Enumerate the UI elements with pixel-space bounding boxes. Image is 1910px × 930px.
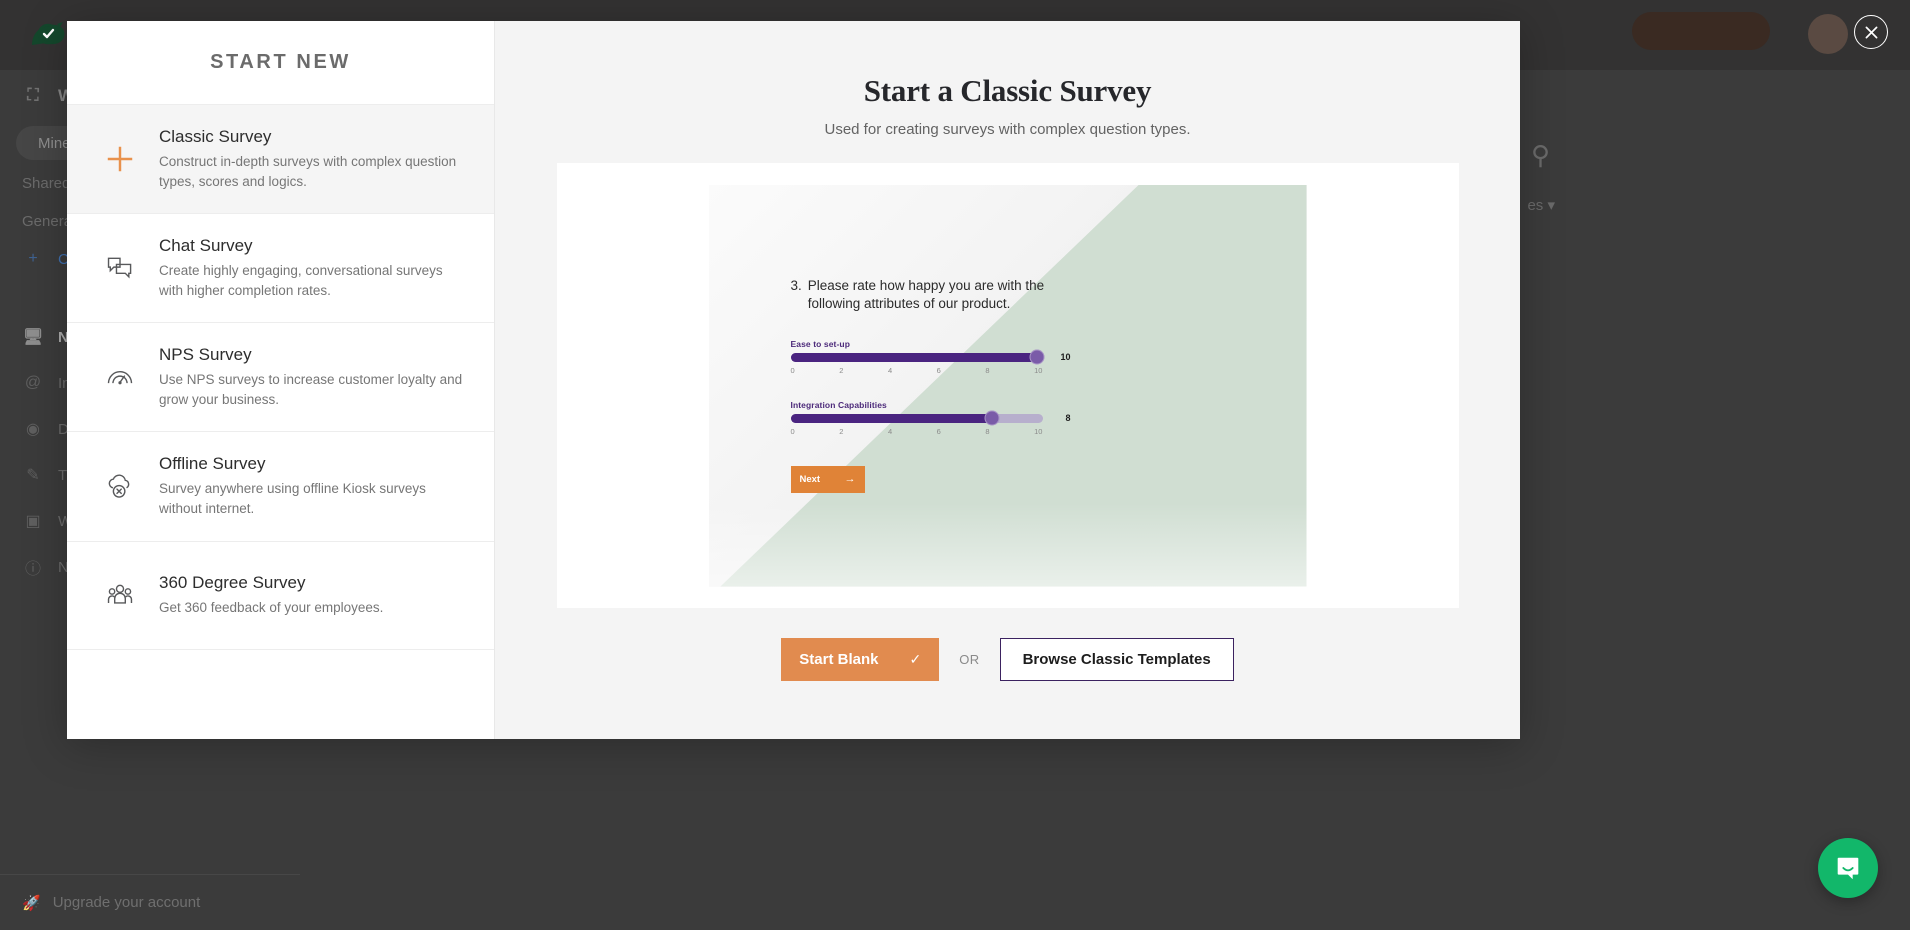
survey-type-description: Get 360 feedback of your employees.	[159, 598, 468, 618]
start-new-header: START NEW	[67, 21, 494, 105]
avatar[interactable]	[1808, 14, 1848, 54]
tick-label: 2	[839, 366, 843, 375]
tick-label: 6	[937, 427, 941, 436]
preview-slider-fill	[791, 353, 1043, 362]
survey-type-title: Classic Survey	[159, 127, 468, 147]
survey-type-body: Offline Survey Survey anywhere using off…	[151, 454, 468, 518]
close-icon	[1863, 24, 1880, 41]
survey-preview-image: 3. Please rate how happy you are with th…	[709, 185, 1307, 587]
survey-type-title: Offline Survey	[159, 454, 468, 474]
tick-label: 10	[1034, 427, 1042, 436]
chat-smile-icon	[1833, 853, 1863, 883]
survey-type-360[interactable]: 360 Degree Survey Get 360 feedback of yo…	[67, 542, 494, 650]
browse-classic-templates-button[interactable]: Browse Classic Templates	[1000, 638, 1234, 681]
survey-type-title: 360 Degree Survey	[159, 573, 468, 593]
survey-type-body: 360 Degree Survey Get 360 feedback of yo…	[151, 573, 468, 618]
cloud-offline-icon	[89, 471, 151, 501]
filter-label: es	[1527, 197, 1543, 214]
upgrade-account-label: Upgrade your account	[53, 894, 201, 911]
target-icon: ◉	[22, 419, 44, 439]
survey-type-chat[interactable]: Chat Survey Create highly engaging, conv…	[67, 214, 494, 323]
at-icon: @	[22, 374, 44, 392]
tick-label: 6	[937, 366, 941, 375]
tick-label: 0	[791, 366, 795, 375]
survey-type-body: Classic Survey Construct in-depth survey…	[151, 127, 468, 191]
upgrade-account-button[interactable]: 🚀 Upgrade your account	[0, 874, 300, 930]
tick-label: 4	[888, 366, 892, 375]
brush-icon: ✎	[22, 465, 44, 485]
search-icon[interactable]: ⚲	[1531, 140, 1550, 171]
page-title: Start a Classic Survey	[864, 73, 1152, 109]
tick-label: 8	[985, 366, 989, 375]
preview-slider-integration-capabilities: Integration Capabilities 8 0 2 4 6 8	[791, 400, 1043, 436]
people-group-icon	[89, 580, 151, 610]
topbar-cta-button[interactable]	[1632, 12, 1770, 50]
tick-label: 4	[888, 427, 892, 436]
survey-type-nps[interactable]: NPS Survey Use NPS surveys to increase c…	[67, 323, 494, 432]
filter-dropdown[interactable]: es ▾	[1527, 196, 1555, 214]
tick-label: 2	[839, 427, 843, 436]
start-blank-label: Start Blank	[799, 651, 878, 668]
plus-icon: +	[22, 250, 44, 268]
preview-slider-thumb	[985, 411, 1000, 426]
survey-type-classic[interactable]: Classic Survey Construct in-depth survey…	[67, 105, 494, 214]
survey-type-title: Chat Survey	[159, 236, 468, 256]
survey-type-description: Construct in-depth surveys with complex …	[159, 152, 468, 191]
detail-pane: Start a Classic Survey Used for creating…	[495, 21, 1520, 739]
survey-type-title: NPS Survey	[159, 345, 468, 365]
preview-next-label: Next	[800, 474, 821, 485]
info-icon: ⓘ	[22, 555, 44, 579]
start-blank-button[interactable]: Start Blank ✓	[781, 638, 939, 681]
preview-slider-label: Integration Capabilities	[791, 400, 1043, 410]
check-icon: ✓	[910, 651, 922, 668]
preview-content: 3. Please rate how happy you are with th…	[791, 277, 1285, 493]
preview-slider-ticks: 0 2 4 6 8 10	[791, 427, 1043, 436]
close-button[interactable]	[1854, 15, 1888, 49]
survey-type-offline[interactable]: Offline Survey Survey anywhere using off…	[67, 432, 494, 541]
preview-slider-value: 8	[1065, 413, 1070, 423]
preview-question-text: Please rate how happy you are with the f…	[808, 277, 1051, 314]
survey-type-description: Create highly engaging, conversational s…	[159, 261, 468, 300]
tick-label: 10	[1034, 366, 1042, 375]
gauge-icon	[89, 362, 151, 392]
brand-logo-icon	[26, 15, 70, 55]
preview-slider-ticks: 0 2 4 6 8 10	[791, 366, 1043, 375]
intercom-launcher-button[interactable]	[1818, 838, 1878, 898]
preview-slider-ease-to-setup: Ease to set-up 10 0 2 4 6 8 10	[791, 339, 1043, 375]
monitor-icon: 🖥	[22, 327, 44, 347]
survey-type-description: Survey anywhere using offline Kiosk surv…	[159, 479, 468, 518]
tick-label: 8	[985, 427, 989, 436]
arrow-right-icon: →	[845, 473, 856, 485]
action-row: Start Blank ✓ OR Browse Classic Template…	[781, 638, 1233, 681]
preview-slider-thumb	[1030, 350, 1045, 365]
rocket-icon: 🚀	[22, 894, 41, 912]
preview-slider-fill	[791, 414, 993, 423]
preview-slider-label: Ease to set-up	[791, 339, 1043, 349]
workspace-icon: ⛶	[22, 87, 44, 105]
survey-type-description: Use NPS surveys to increase customer loy…	[159, 370, 468, 409]
preview-slider-value: 10	[1060, 352, 1070, 362]
workspace-pill-label: Mine	[38, 135, 71, 152]
drum-icon: ▣	[22, 511, 44, 531]
start-new-pane: START NEW Classic Survey Construct in-de…	[67, 21, 495, 739]
plus-icon	[89, 143, 151, 175]
preview-card: 3. Please rate how happy you are with th…	[557, 163, 1459, 608]
preview-question: 3. Please rate how happy you are with th…	[791, 277, 1051, 314]
survey-type-body: NPS Survey Use NPS surveys to increase c…	[151, 345, 468, 409]
survey-type-body: Chat Survey Create highly engaging, conv…	[151, 236, 468, 300]
chat-bubbles-icon	[89, 253, 151, 283]
tick-label: 0	[791, 427, 795, 436]
start-new-modal: START NEW Classic Survey Construct in-de…	[67, 21, 1520, 739]
preview-slider-track: 10	[791, 353, 1043, 362]
page-subtitle: Used for creating surveys with complex q…	[825, 121, 1191, 138]
preview-slider-track: 8	[791, 414, 1043, 423]
preview-next-button: Next →	[791, 466, 865, 493]
preview-question-number: 3.	[791, 277, 802, 314]
start-new-filler	[67, 650, 494, 740]
shared-label: Shared	[22, 175, 70, 192]
or-label: OR	[959, 652, 979, 667]
